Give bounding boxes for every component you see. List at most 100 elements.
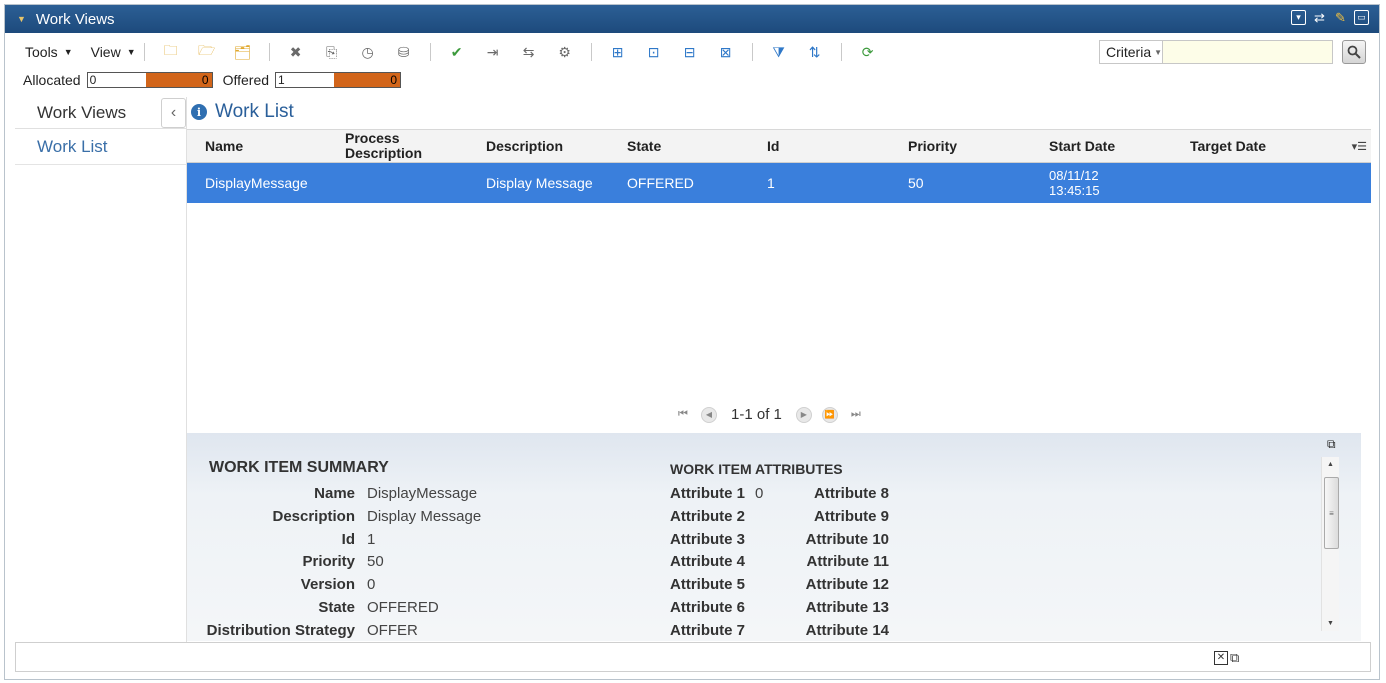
cell-id: 1 — [767, 174, 775, 191]
column-header-process-description[interactable]: Process Description — [345, 130, 437, 162]
accept-item-icon[interactable]: ✔ — [447, 42, 467, 62]
summary-key: Distribution Strategy — [206, 622, 355, 639]
attribute-key: Attribute 7 — [670, 622, 745, 639]
cell-description: Display Message — [486, 174, 593, 191]
next-page-icon[interactable]: ▶ — [795, 406, 812, 423]
scroll-up-icon[interactable]: ▲ — [1327, 461, 1334, 468]
window-title: Work Views — [35, 10, 115, 28]
cell-priority: 50 — [908, 174, 924, 191]
column-header-start-date[interactable]: Start Date — [1049, 130, 1179, 162]
timer-icon[interactable]: ◷ — [358, 42, 378, 62]
pager: ⏮ ◀ 1-1 of 1 ▶ ⏩ ⏭ — [675, 406, 864, 423]
info-icon[interactable]: i — [191, 104, 207, 120]
open-folder-icon[interactable]: 🗀 — [161, 42, 181, 62]
folder-add-icon[interactable]: 🗁 — [197, 42, 217, 62]
column-header-priority[interactable]: Priority — [908, 130, 1038, 162]
page-title: Work List — [215, 101, 294, 122]
edit-pencil-icon[interactable]: ✎ — [1333, 10, 1348, 25]
column-header-state[interactable]: State — [627, 130, 757, 162]
summary-value: OFFERED — [367, 599, 439, 616]
attribute-key: Attribute 12 — [805, 576, 889, 593]
export-view-icon[interactable]: ⊠ — [716, 42, 736, 62]
previous-page-icon[interactable]: ◀ — [701, 406, 717, 423]
offered-value: 1 — [276, 73, 335, 87]
collapse-sidebar-button[interactable]: ‹ — [161, 98, 186, 128]
summary-key: Description — [272, 508, 355, 525]
view-properties-icon[interactable]: ⊟ — [680, 42, 700, 62]
scroll-thumb[interactable]: ≡ — [1324, 477, 1339, 549]
group-icon[interactable]: ⚙ — [555, 42, 575, 62]
allocated-counter: 0 0 — [86, 72, 213, 88]
column-header-id[interactable]: Id — [767, 130, 897, 162]
attribute-key: Attribute 3 — [670, 531, 745, 548]
title-bar: ▼ Work Views ▾ ⇄ ✎ ▭ — [5, 5, 1379, 33]
toolbar-divider — [590, 43, 592, 61]
maximize-icon[interactable]: ▭ — [1354, 10, 1369, 25]
skip-icon[interactable]: ⛁ — [394, 42, 414, 62]
allocated-bar: 0 — [145, 73, 212, 87]
attributes-title: WORK ITEM ATTRIBUTES — [670, 461, 843, 477]
scroll-down-icon[interactable]: ▼ — [1327, 620, 1334, 627]
summary-scrollbar[interactable]: ▲ ≡ ▼ — [1321, 457, 1339, 631]
view-label: View — [90, 44, 121, 60]
work-views-window: ▼ Work Views ▾ ⇄ ✎ ▭ Tools ▼ View ▼ 🗀 🗁 🗂 … — [4, 4, 1380, 680]
criteria-search: Criteria ▼ — [1099, 40, 1344, 64]
collapse-caret-icon[interactable]: ▼ — [17, 14, 26, 24]
toolbar-divider — [840, 43, 842, 61]
summary-title: WORK ITEM SUMMARY — [209, 459, 389, 476]
attribute-key: Attribute 11 — [806, 553, 889, 570]
sidebar-item-work-list[interactable]: Work List — [15, 129, 186, 165]
view-menu-button[interactable]: View ▼ — [91, 44, 136, 60]
search-button[interactable] — [1342, 40, 1366, 64]
summary-key: Id — [341, 531, 355, 548]
fast-forward-icon[interactable]: ⏩ — [821, 406, 838, 423]
criteria-label: Criteria — [1106, 44, 1152, 60]
summary-value: OFFER — [367, 622, 418, 639]
chevron-down-icon: ▼ — [63, 47, 73, 57]
dropdown-icon[interactable]: ▾ — [1291, 10, 1306, 25]
summary-value: Display Message — [367, 508, 482, 525]
column-header-description[interactable]: Description — [486, 130, 616, 162]
column-menu-icon[interactable]: ▾☰ — [1352, 140, 1367, 153]
toolbar-divider — [429, 43, 431, 61]
work-list-grid: Name Process Description Description Sta… — [187, 129, 1371, 203]
summary-key: Version — [300, 576, 355, 593]
attribute-key: Attribute 6 — [670, 599, 745, 616]
refresh-icon[interactable]: ⟳ — [858, 42, 878, 62]
sort-icon[interactable]: ⇅ — [805, 42, 825, 62]
offered-counter: 1 0 — [275, 72, 402, 88]
criteria-select[interactable]: Criteria ▼ — [1100, 41, 1164, 63]
filter-icon[interactable]: ⧩ — [769, 42, 789, 62]
start-date-time: 13:45:15 — [1049, 183, 1100, 198]
status-bar-actions: ✕ ⧉ — [1214, 650, 1239, 666]
search-icon — [1347, 45, 1361, 59]
grid-header: Name Process Description Description Sta… — [187, 129, 1371, 163]
forward-item-icon[interactable]: ⇥ — [483, 42, 503, 62]
criteria-input[interactable] — [1163, 41, 1344, 63]
edit-view-icon[interactable]: ⊡ — [644, 42, 664, 62]
allocate-icon[interactable]: ⇆ — [519, 42, 539, 62]
cell-name: DisplayMessage — [205, 174, 308, 191]
add-view-icon[interactable]: ⊞ — [608, 42, 628, 62]
work-item-summary-panel: WORK ITEM SUMMARY WORK ITEM ATTRIBUTES N… — [187, 433, 1361, 641]
restore-panel-icon[interactable]: ⧉ — [1327, 437, 1336, 452]
folder-move-icon[interactable]: 🗂 — [233, 42, 253, 62]
summary-value: 50 — [367, 553, 384, 570]
attribute-key: Attribute 2 — [670, 508, 745, 525]
close-panel-icon[interactable]: ✕ — [1214, 651, 1228, 665]
toolbar-divider — [751, 43, 753, 61]
last-page-icon[interactable]: ⏭ — [848, 407, 864, 423]
column-header-name[interactable]: Name — [205, 130, 335, 162]
reallocate-icon[interactable]: ⎘ — [322, 42, 342, 62]
cancel-item-icon[interactable]: ✖ — [286, 42, 306, 62]
allocated-value: 0 — [87, 73, 146, 87]
column-header-target-date[interactable]: Target Date — [1190, 130, 1320, 162]
table-row[interactable]: DisplayMessage Display Message OFFERED 1… — [187, 163, 1371, 203]
work-views-sidebar: Work Views Work List — [15, 97, 187, 645]
tools-menu-button[interactable]: Tools ▼ — [25, 44, 73, 60]
first-page-icon[interactable]: ⏮ — [675, 407, 691, 423]
toolbar-divider — [143, 43, 145, 61]
allocated-label: Allocated — [23, 72, 81, 88]
swap-icon[interactable]: ⇄ — [1312, 10, 1327, 25]
window-restore-icon[interactable]: ⧉ — [1230, 650, 1239, 666]
